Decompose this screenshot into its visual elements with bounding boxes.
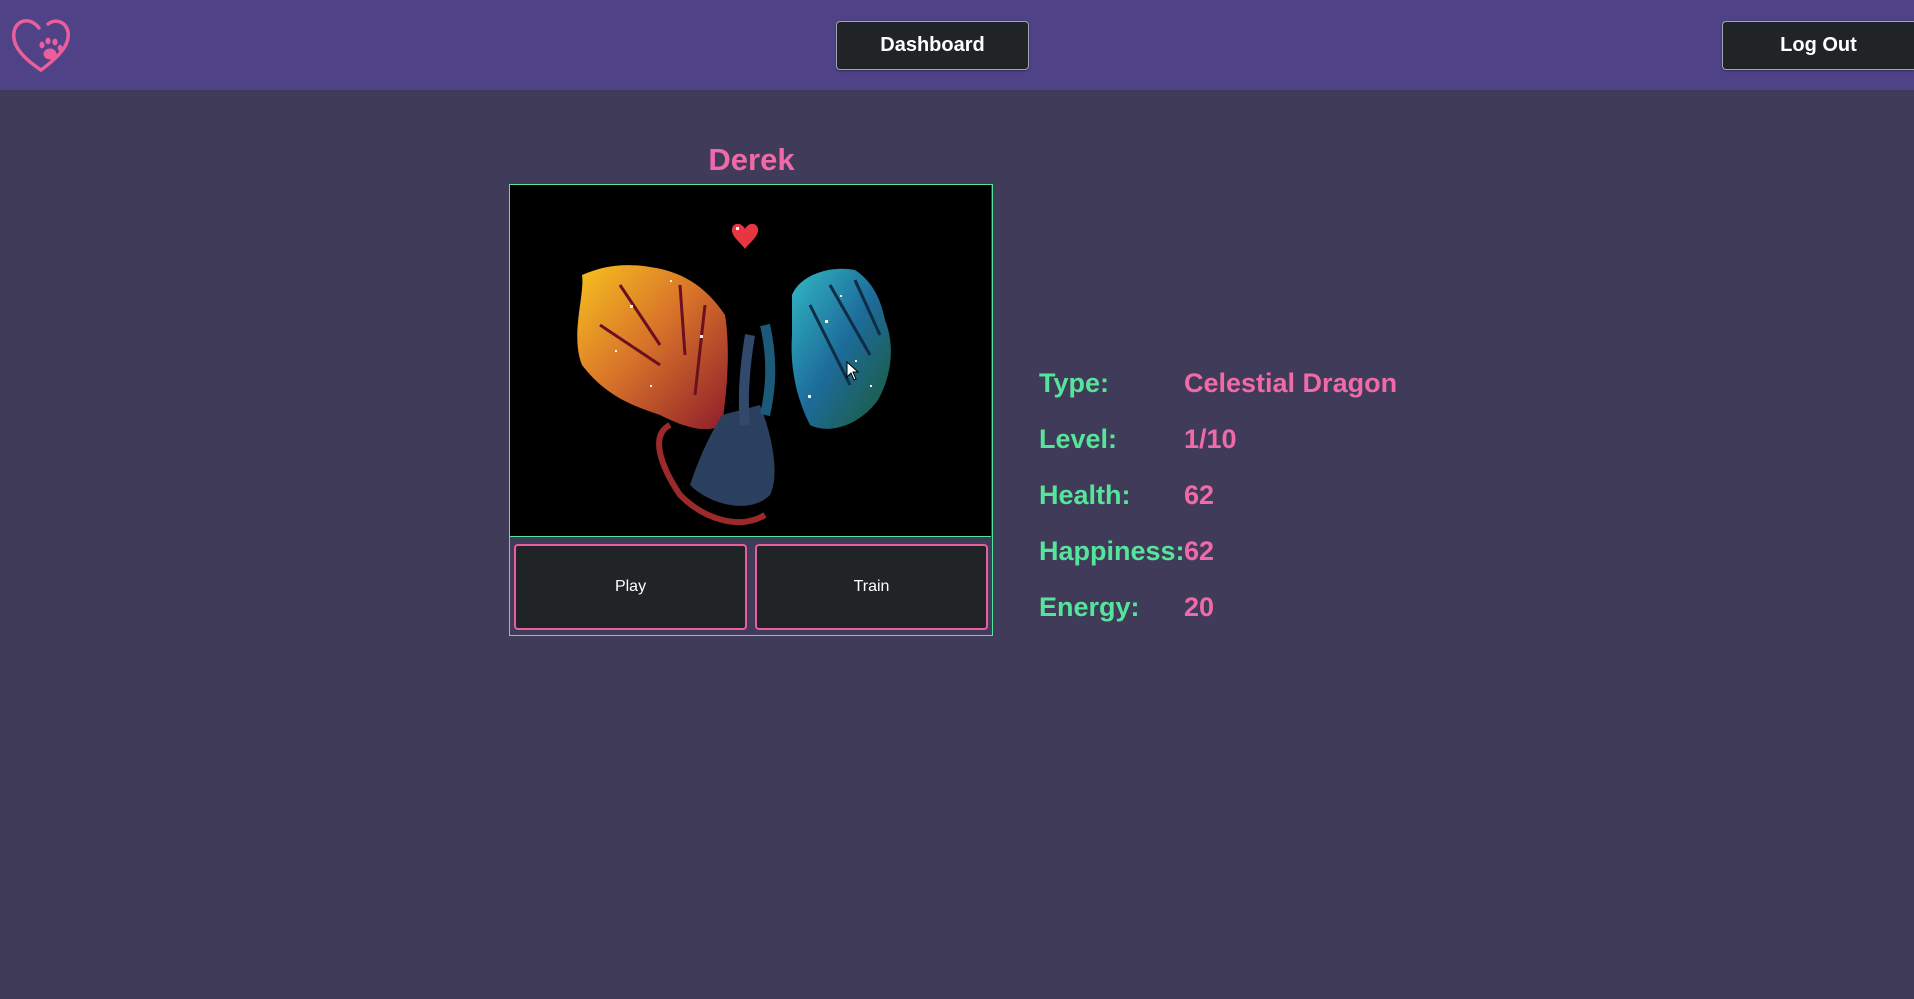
stat-value: 20: [1184, 592, 1215, 622]
heart-icon: [731, 223, 759, 249]
stat-label: Happiness:: [1039, 536, 1185, 566]
stat-value: 1/10: [1184, 424, 1237, 454]
celestial-dragon-pixel-art: [577, 223, 891, 525]
top-navbar: Dashboard Log Out: [0, 0, 1914, 90]
train-button[interactable]: Train: [755, 544, 988, 630]
mouse-cursor-icon: [846, 361, 860, 381]
play-button[interactable]: Play: [514, 544, 747, 630]
heart-paw-icon[interactable]: [10, 14, 72, 76]
pet-name: Derek: [708, 142, 795, 177]
stat-value: 62: [1184, 480, 1215, 510]
pet-card: Play Train: [509, 184, 993, 636]
logout-button[interactable]: Log Out: [1722, 21, 1914, 70]
stat-label: Level:: [1039, 424, 1118, 454]
dashboard-button[interactable]: Dashboard: [836, 21, 1029, 70]
stat-label: Energy:: [1039, 592, 1140, 622]
stat-value: 62: [1184, 536, 1215, 566]
stat-label: Type:: [1039, 368, 1110, 398]
stat-label: Health:: [1039, 480, 1131, 510]
stat-value: Celestial Dragon: [1184, 368, 1398, 398]
pet-image: [510, 185, 991, 537]
